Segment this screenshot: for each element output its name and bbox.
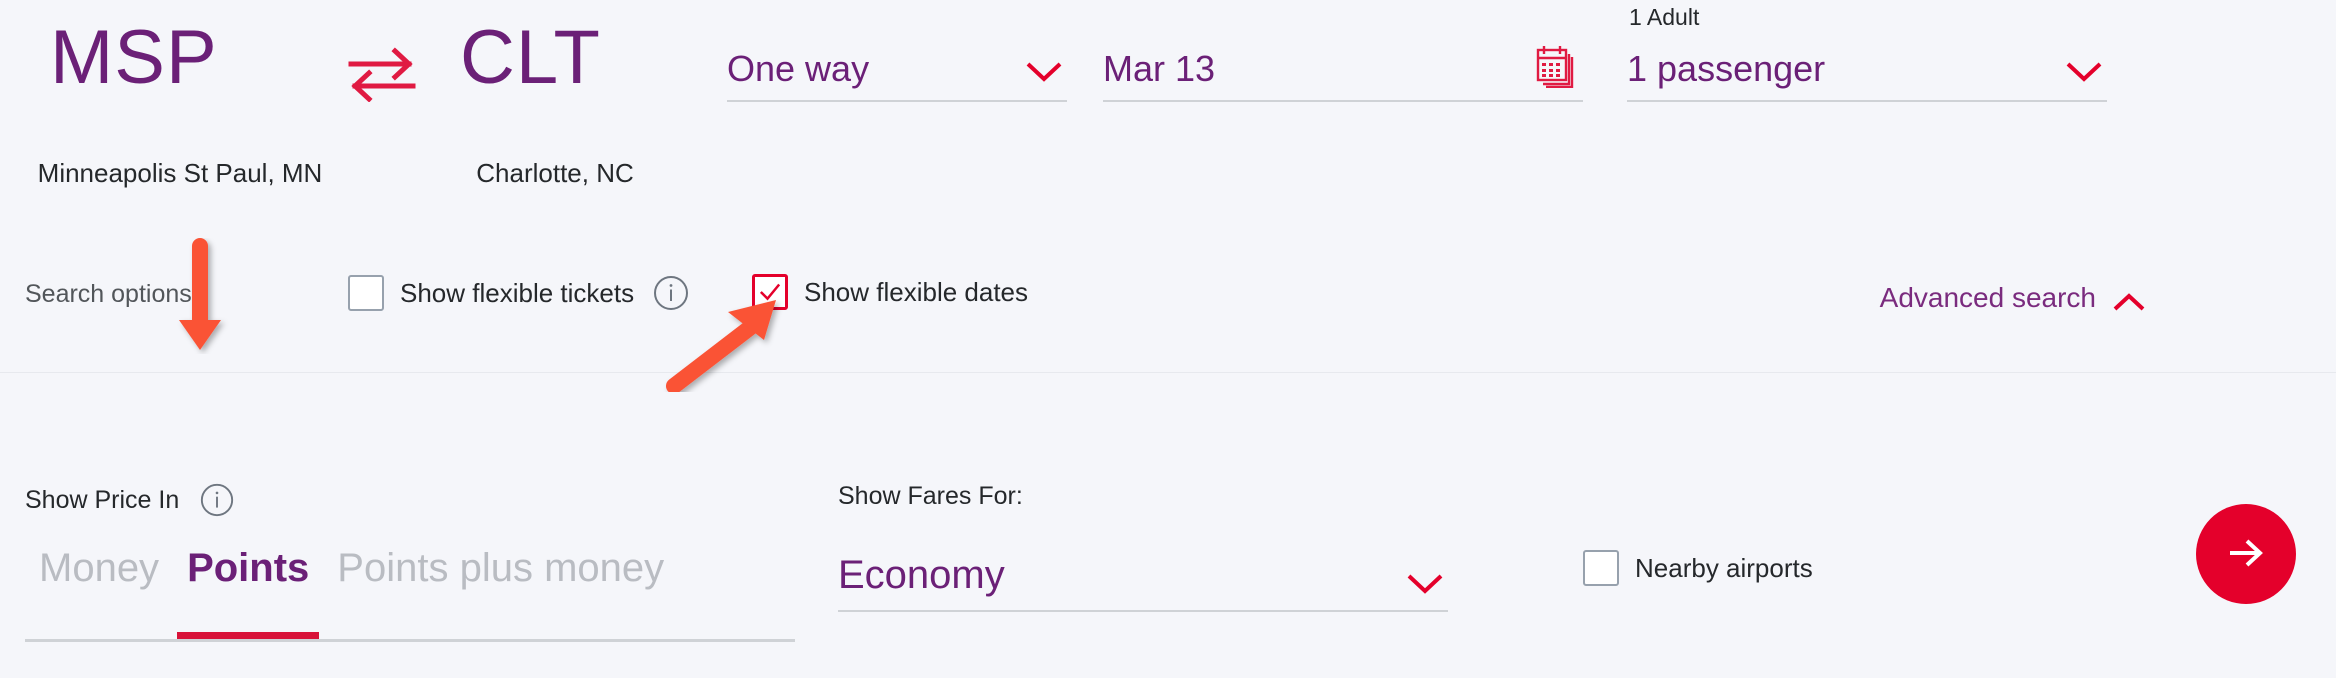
cabin-class-select[interactable]: Economy <box>838 540 1448 612</box>
origin-airport-code[interactable]: MSP <box>50 20 218 96</box>
show-price-in-label: Show Price In <box>25 485 180 514</box>
info-icon[interactable] <box>199 482 235 518</box>
checkbox-box[interactable] <box>348 275 384 311</box>
nearby-airports-label: Nearby airports <box>1635 552 1813 583</box>
swap-horizontal-icon[interactable] <box>347 46 417 103</box>
destination-airport-code[interactable]: CLT <box>460 20 601 96</box>
show-price-in-header: Show Price In <box>25 482 235 518</box>
origin-city-label: Minneapolis St Paul, MN <box>37 158 323 188</box>
search-options-label: Search options <box>25 280 192 308</box>
departure-date-field[interactable]: Mar 13 <box>1103 34 1583 102</box>
chevron-down-icon <box>1025 60 1063 82</box>
flight-search-widget: MSP CLT Minneapolis St Paul, MN Charlott… <box>0 0 2336 678</box>
tab-points[interactable]: Points <box>173 542 323 639</box>
show-flexible-dates-checkbox[interactable]: Show flexible dates <box>752 274 1028 310</box>
search-options-row: Search options Show flexible tickets Sho… <box>0 262 2336 354</box>
passenger-sublabel: 1 Adult <box>1629 4 1700 30</box>
trip-type-select[interactable]: One way <box>727 34 1067 102</box>
advanced-search-panel: Show Price In Money Points Points plus m… <box>0 462 2336 678</box>
cabin-class-value: Economy <box>838 553 1005 597</box>
show-flexible-tickets-checkbox[interactable]: Show flexible tickets <box>348 274 690 312</box>
show-flexible-dates-label: Show flexible dates <box>804 276 1029 307</box>
advanced-search-label: Advanced search <box>1879 282 2096 313</box>
tab-money[interactable]: Money <box>25 542 173 594</box>
checkbox-box[interactable] <box>752 274 788 310</box>
search-submit-button[interactable] <box>2196 504 2296 604</box>
passenger-select[interactable]: 1 Adult 1 passenger <box>1627 4 2107 102</box>
departure-date-value: Mar 13 <box>1103 48 1216 89</box>
section-divider <box>0 372 2336 373</box>
show-flexible-tickets-label: Show flexible tickets <box>400 277 635 308</box>
checkbox-box[interactable] <box>1583 550 1619 586</box>
calendar-icon[interactable] <box>1535 44 1575 89</box>
passenger-value: 1 passenger <box>1627 48 1826 89</box>
chevron-down-icon <box>2065 60 2103 82</box>
route-and-trip-row: MSP CLT Minneapolis St Paul, MN Charlott… <box>0 0 2336 240</box>
chevron-down-icon <box>1406 572 1444 594</box>
arrow-right-icon <box>2222 533 2270 576</box>
chevron-up-icon <box>2112 288 2146 311</box>
destination-city-label: Charlotte, NC <box>476 158 634 188</box>
trip-type-value: One way <box>727 48 870 89</box>
nearby-airports-checkbox[interactable]: Nearby airports <box>1583 550 1813 586</box>
info-icon[interactable] <box>652 274 690 312</box>
show-fares-for-label: Show Fares For: <box>838 482 1023 510</box>
price-unit-tabs: Money Points Points plus money <box>25 542 795 642</box>
advanced-search-toggle[interactable]: Advanced search <box>1880 282 2146 314</box>
route-block: MSP CLT Minneapolis St Paul, MN Charlott… <box>38 8 660 233</box>
tab-points-plus-money[interactable]: Points plus money <box>323 542 678 594</box>
